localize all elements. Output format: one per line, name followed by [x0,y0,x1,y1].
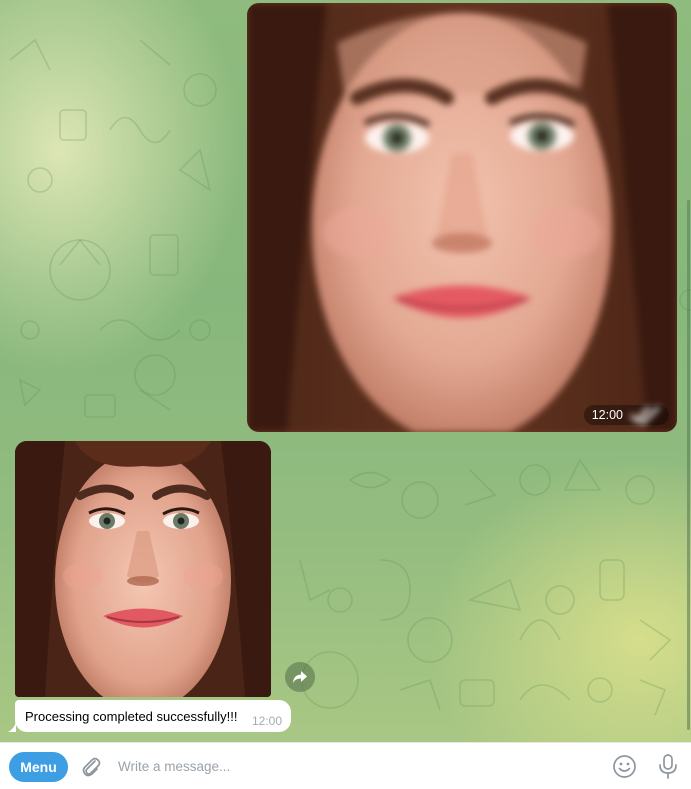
smiley-icon[interactable] [612,754,637,779]
composer-bar: Menu [0,742,691,789]
message-time: 12:00 [251,714,282,728]
paperclip-icon[interactable] [80,755,102,779]
portrait-photo-blurred [247,3,677,432]
double-check-icon [629,405,661,425]
forward-arrow-icon [293,671,307,683]
outgoing-photo-message[interactable]: 12:00 [247,3,677,432]
chat-area[interactable]: 12:00 Processing completed successfully!… [0,0,691,742]
message-meta: 12:00 [583,405,669,425]
bubble-tail [8,722,16,732]
message-text: Processing completed successfully!!! [25,708,238,724]
portrait-photo [15,441,271,697]
scrollbar[interactable] [687,200,690,730]
incoming-photo-message[interactable] [15,441,271,697]
menu-button[interactable]: Menu [9,752,68,782]
text-message-bubble[interactable]: Processing completed successfully!!! 12:… [8,700,291,732]
microphone-icon[interactable] [657,753,679,780]
forward-button[interactable] [285,662,315,692]
message-time: 12:00 [591,408,623,422]
message-input[interactable] [110,751,606,781]
